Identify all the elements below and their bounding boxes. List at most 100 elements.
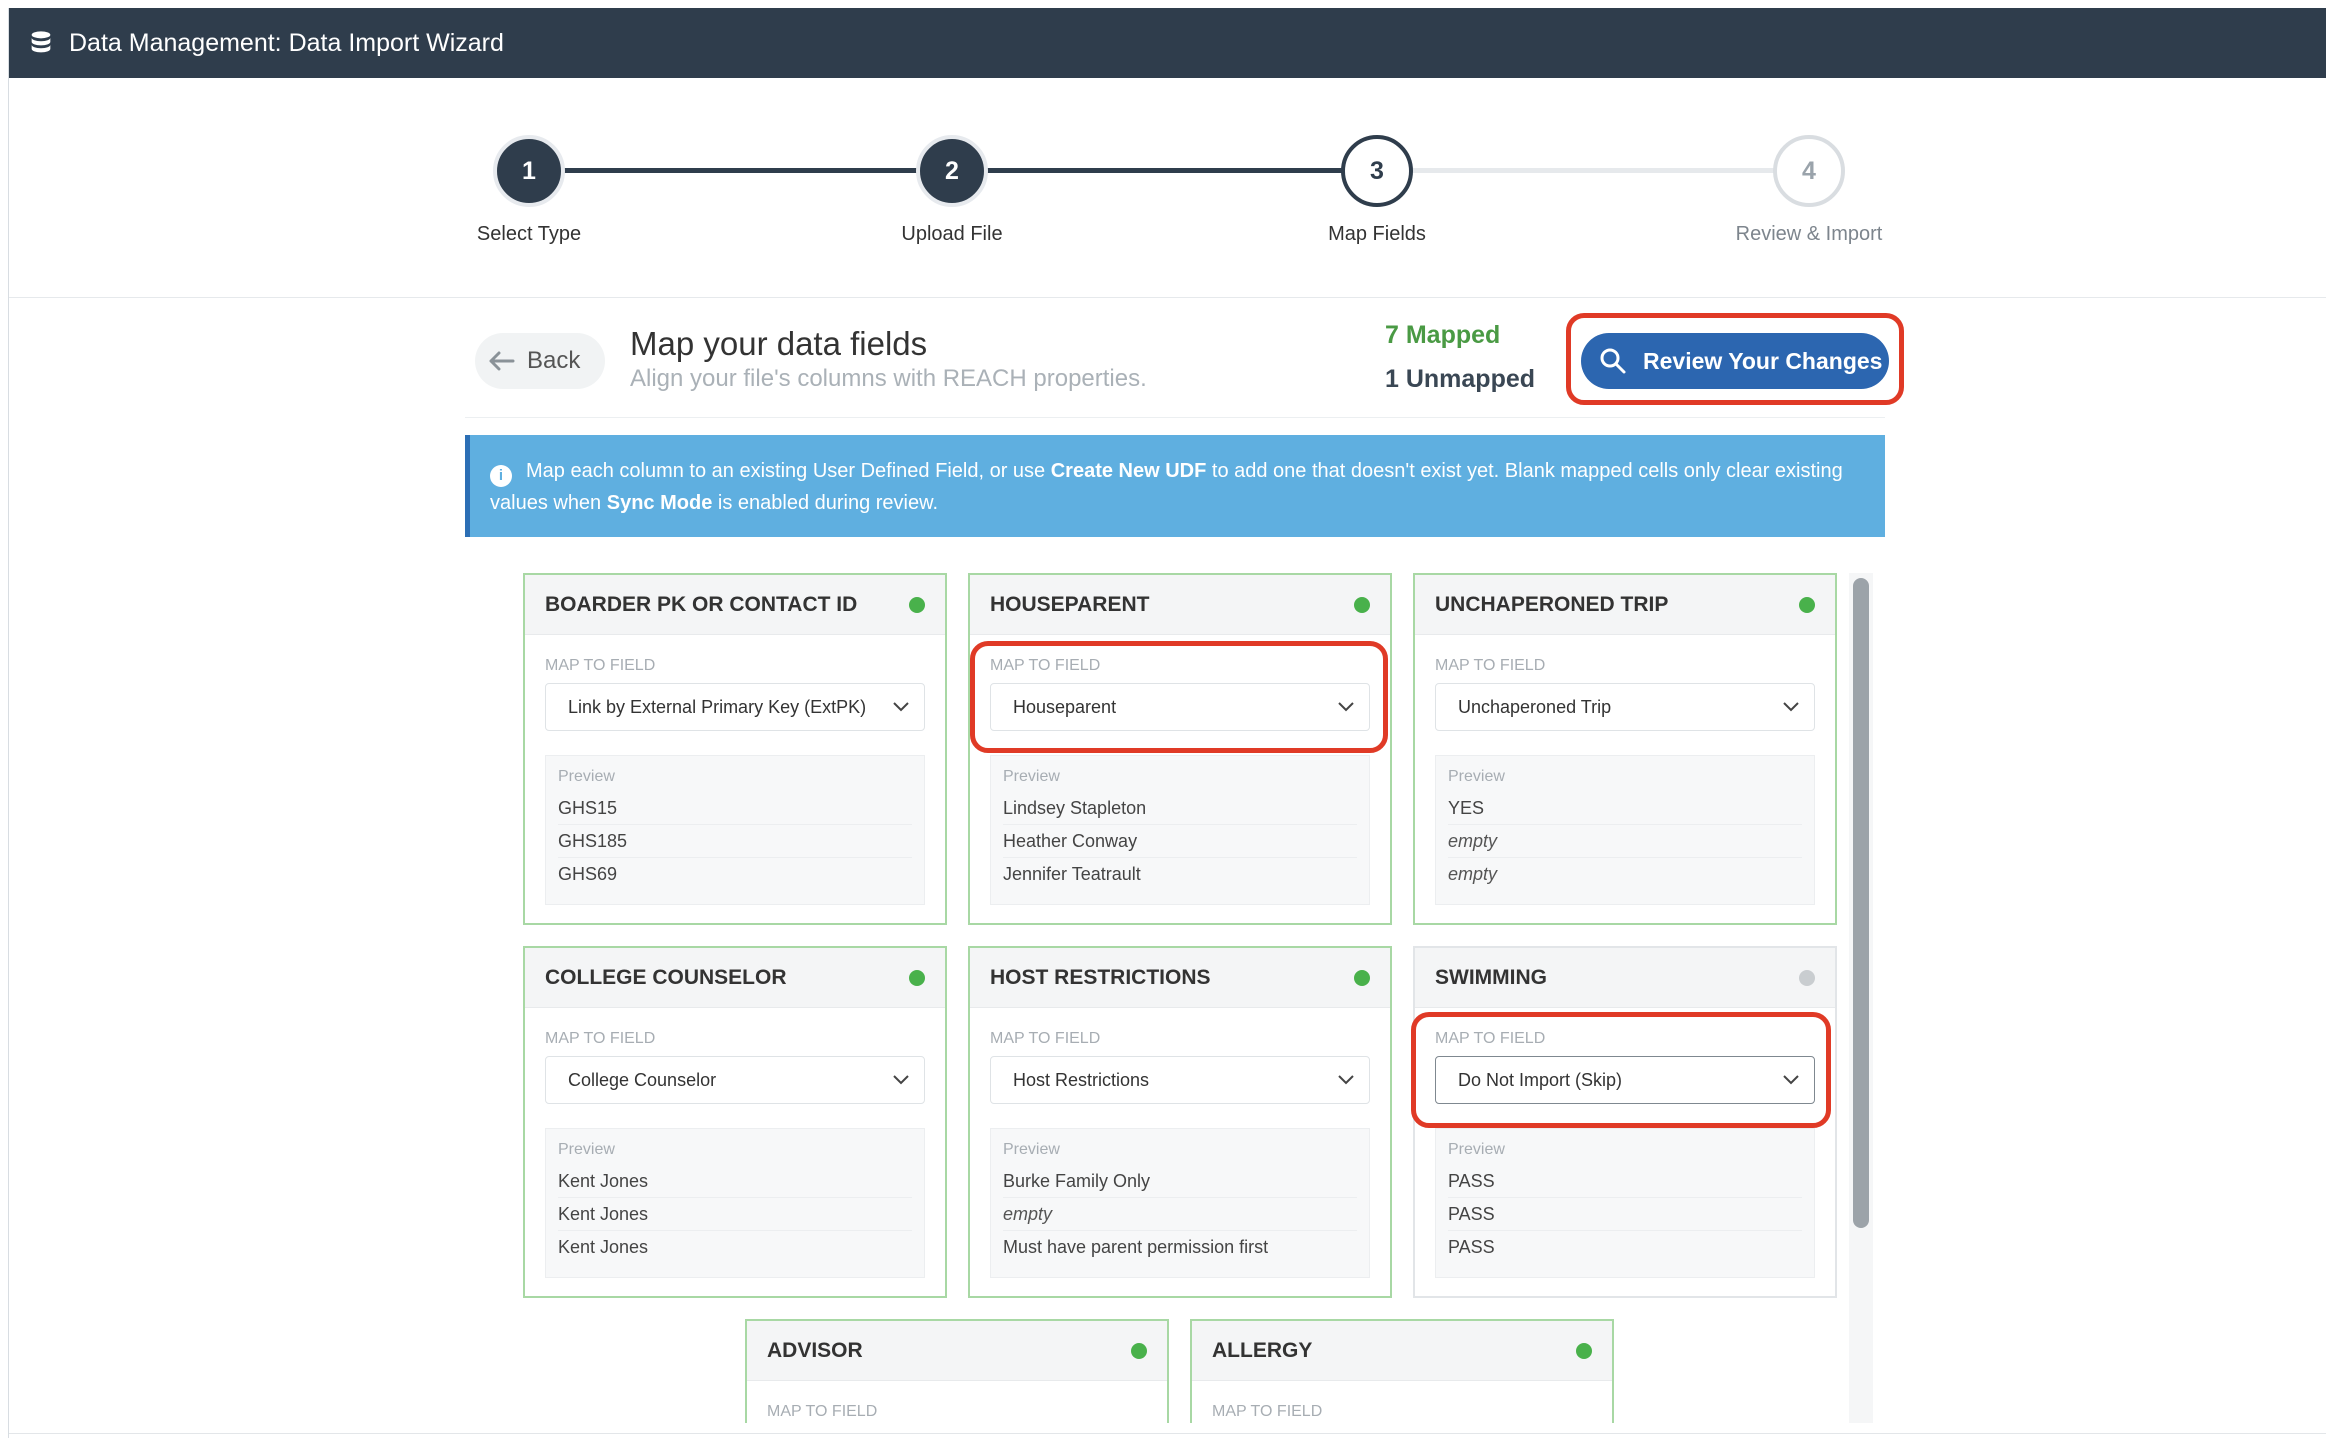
field-card-boarder-pk: BOARDER PK OR CONTACT ID MAP TO FIELD Li… <box>523 573 947 925</box>
preview-row: YES <box>1448 792 1802 825</box>
preview-row: Burke Family Only <box>1003 1165 1357 1198</box>
card-title: HOUSEPARENT <box>990 592 1150 616</box>
selected-field: Host Restrictions <box>1013 1069 1150 1090</box>
preview-row: Kent Jones <box>558 1237 649 1257</box>
preview-row: Lindsey Stapleton <box>1003 792 1357 825</box>
preview-row: GHS185 <box>558 825 912 858</box>
card-title: UNCHAPERONED TRIP <box>1435 592 1669 616</box>
preview-row: Kent Jones <box>558 1198 912 1231</box>
cards-scrollbar-thumb[interactable] <box>1853 578 1869 1228</box>
preview-row: Must have parent permission first <box>1003 1237 1269 1257</box>
preview-box: Preview Kent Jones Kent Jones Kent Jones <box>545 1128 925 1278</box>
back-button[interactable]: Back <box>475 333 605 389</box>
preview-row: Kent Jones <box>558 1165 912 1198</box>
field-card-advisor: ADVISOR MAP TO FIELD <box>745 1319 1169 1423</box>
preview-box: Preview GHS15 GHS185 GHS69 <box>545 755 925 905</box>
step-number: 1 <box>493 135 565 207</box>
field-card-college-counselor: COLLEGE COUNSELOR MAP TO FIELD College C… <box>523 946 947 1298</box>
mapped-status-dot <box>1354 596 1370 613</box>
step-number: 4 <box>1773 135 1845 207</box>
mapped-status-dot <box>909 596 925 613</box>
preview-row: empty <box>1003 1198 1357 1231</box>
preview-row: empty <box>1448 864 1498 884</box>
preview-box: Preview Burke Family Only empty Must hav… <box>990 1128 1370 1278</box>
step-review-import[interactable]: 4 Review & Import <box>1709 135 1909 246</box>
preview-row: PASS <box>1448 1237 1495 1257</box>
card-title: HOST RESTRICTIONS <box>990 965 1211 989</box>
field-card-swimming: SWIMMING MAP TO FIELD Do Not Import (Ski… <box>1411 946 1837 1298</box>
create-udf-text: Create New UDF <box>1050 460 1207 482</box>
card-title: COLLEGE COUNSELOR <box>545 965 787 989</box>
review-label: Review Your Changes <box>1643 347 1883 374</box>
field-card-houseparent: HOUSEPARENT MAP TO FIELD Houseparent Pre… <box>968 573 1392 925</box>
houseparent-select-highlight <box>970 641 1388 753</box>
swimming-select-highlight <box>1411 1012 1831 1128</box>
mapped-status-dot <box>909 969 925 986</box>
step-number: 2 <box>916 135 988 207</box>
sync-mode-text: Sync Mode <box>606 492 713 514</box>
page-subtitle: Align your file's columns with REACH pro… <box>630 365 1147 392</box>
search-icon <box>1600 348 1626 374</box>
info-icon: i <box>490 465 512 487</box>
preview-label: Preview <box>1448 1141 1505 1158</box>
back-label: Back <box>527 347 581 374</box>
card-title: ALLERGY <box>1212 1338 1313 1362</box>
chevron-down-icon <box>893 1075 909 1085</box>
card-title: SWIMMING <box>1435 965 1547 989</box>
chevron-down-icon <box>1783 702 1799 712</box>
field-select[interactable]: Unchaperoned Trip <box>1435 683 1815 731</box>
preview-row: empty <box>1448 825 1802 858</box>
field-select[interactable]: College Counselor <box>545 1056 925 1104</box>
map-to-field-label: MAP TO FIELD <box>1212 1403 1323 1420</box>
preview-row: PASS <box>1448 1198 1802 1231</box>
card-title: ADVISOR <box>767 1338 863 1362</box>
mapped-status-dot <box>1799 596 1815 613</box>
mapped-status-dot <box>1354 969 1370 986</box>
map-to-field-label: MAP TO FIELD <box>545 1030 656 1047</box>
preview-label: Preview <box>558 768 615 785</box>
preview-box: Preview Lindsey Stapleton Heather Conway… <box>990 755 1370 905</box>
step-upload-file[interactable]: 2 Upload File <box>852 135 1052 246</box>
map-to-field-label: MAP TO FIELD <box>1435 657 1546 674</box>
selected-field: Unchaperoned Trip <box>1458 696 1612 717</box>
preview-row: Jennifer Teatrault <box>1003 864 1141 884</box>
mapped-status-dot <box>1576 1342 1592 1359</box>
unmapped-status-dot <box>1799 969 1815 986</box>
field-card-allergy: ALLERGY MAP TO FIELD <box>1190 1319 1614 1423</box>
map-to-field-label: MAP TO FIELD <box>990 1030 1101 1047</box>
database-icon <box>31 31 51 53</box>
mapped-count: 7 Mapped <box>1385 321 1501 349</box>
field-card-unchaperoned-trip: UNCHAPERONED TRIP MAP TO FIELD Unchapero… <box>1413 573 1837 925</box>
info-banner: i Map each column to an existing User Def… <box>465 435 1885 537</box>
step-number: 3 <box>1341 135 1413 207</box>
preview-label: Preview <box>1448 768 1505 785</box>
chevron-down-icon <box>1338 1075 1354 1085</box>
page-title: Map your data fields <box>630 325 928 362</box>
map-to-field-label: MAP TO FIELD <box>545 657 656 674</box>
preview-box: Preview PASS PASS PASS <box>1435 1128 1815 1278</box>
preview-row: Heather Conway <box>1003 825 1357 858</box>
map-to-field-label: MAP TO FIELD <box>767 1403 878 1420</box>
field-card-host-restrictions: HOST RESTRICTIONS MAP TO FIELD Host Rest… <box>968 946 1392 1298</box>
mapped-status-dot <box>1131 1342 1147 1359</box>
step-label: Select Type <box>476 223 582 245</box>
preview-label: Preview <box>1003 768 1060 785</box>
map-header: Back Map your data fields Align your fil… <box>465 313 1904 418</box>
preview-label: Preview <box>1003 1141 1060 1158</box>
step-map-fields[interactable]: 3 Map Fields <box>1277 135 1477 246</box>
preview-row: PASS <box>1448 1165 1802 1198</box>
field-select[interactable]: Link by External Primary Key (ExtPK) <box>545 683 925 731</box>
info-text-3: is enabled during review. <box>712 492 939 514</box>
chevron-down-icon <box>893 702 909 712</box>
preview-row: GHS15 <box>558 792 912 825</box>
step-label: Review & Import <box>1735 223 1883 245</box>
field-select[interactable]: Host Restrictions <box>990 1056 1370 1104</box>
step-select-type[interactable]: 1 Select Type <box>429 135 629 246</box>
info-text-1: Map each column to an existing User Defi… <box>526 460 1051 482</box>
bottom-divider <box>9 1433 2326 1434</box>
title-bar: Data Management: Data Import Wizard <box>9 8 2326 78</box>
arrow-left-icon <box>489 351 515 371</box>
review-changes-button[interactable]: Review Your Changes <box>1581 333 1889 389</box>
preview-box: Preview YES empty empty <box>1435 755 1815 905</box>
step-label: Upload File <box>901 223 1003 245</box>
